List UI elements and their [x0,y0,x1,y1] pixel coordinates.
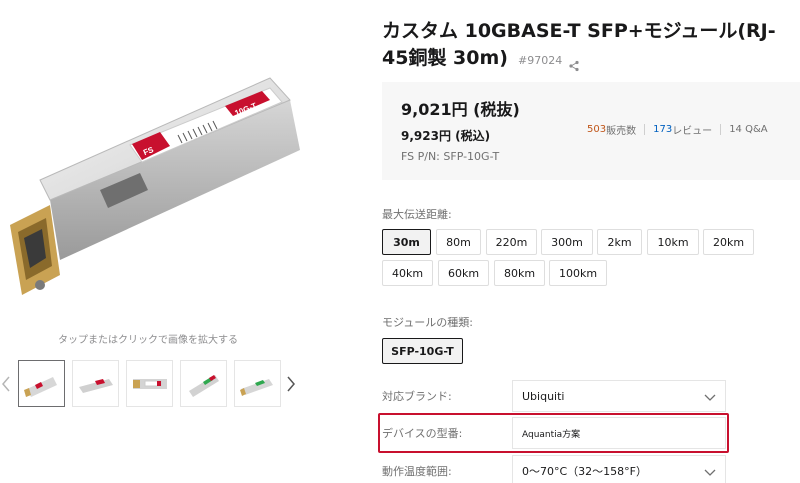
distance-option-100km[interactable]: 100km [549,260,607,286]
distance-option-40km[interactable]: 40km [382,260,433,286]
review-count[interactable]: 173 [653,124,672,135]
distance-option-2km[interactable]: 2km [597,229,642,255]
distance-option-30m[interactable]: 30m [382,229,431,255]
product-sku: #97024 [517,54,563,67]
main-product-image[interactable]: FS 10G-T [0,40,370,320]
distance-option-10km[interactable]: 10km [647,229,699,255]
thumb-next-button[interactable] [285,374,297,394]
brand-row: 対応ブランド: Ubiquiti [382,380,728,412]
thumbnail[interactable] [126,360,173,407]
distance-option-60km[interactable]: 60km [438,260,489,286]
thumbnail-strip [18,360,281,407]
part-number: FS P/N: SFP-10G-T [401,150,500,163]
thumbnail[interactable] [72,360,119,407]
distance-option-80km[interactable]: 80km [494,260,545,286]
module-type-label: モジュールの種類: [382,316,473,329]
brand-label: 対応ブランド: [382,390,452,403]
brand-select[interactable]: Ubiquiti [512,380,726,412]
thumbnail[interactable] [18,360,65,407]
chevron-right-icon [287,376,295,392]
highlight-box [378,413,729,453]
sold-label: 販売数 [606,126,637,137]
module-type-option-sfp-10g-t[interactable]: SFP-10G-T [382,338,463,364]
temperature-value: 0～70°C（32～158°F） [522,465,647,478]
divider [720,124,722,135]
zoom-hint: タップまたはクリックで画像を拡大する [58,335,238,346]
brand-value: Ubiquiti [522,389,565,403]
chevron-left-icon [2,376,10,392]
price-incl-tax: 9,923円 (税込) [401,129,491,143]
share-icon[interactable] [568,53,580,71]
product-stats: 503 販売数 173 レビュー 14 Q&A [587,122,768,137]
thumbnail[interactable] [180,360,227,407]
thumb-prev-button[interactable] [0,374,12,394]
temperature-label: 動作温度範囲: [382,465,452,478]
chevron-down-icon [704,394,716,401]
temperature-select[interactable]: 0～70°C（32～158°F） [512,455,726,483]
distance-option-220m[interactable]: 220m [486,229,537,255]
distance-option-300m[interactable]: 300m [541,229,593,255]
temperature-row: 動作温度範囲: 0～70°C（32～158°F） [382,455,728,483]
sold-count: 503 [587,124,607,135]
distance-label: 最大伝送距離: [382,208,452,221]
chevron-down-icon [704,469,716,476]
price-box: 9,021円 (税抜) 9,923円 (税込) FS P/N: SFP-10G-… [382,82,800,180]
price-excl-tax: 9,021円 (税抜) [401,100,520,119]
review-label[interactable]: レビュー [672,122,712,137]
qa-link[interactable]: 14 Q&A [729,124,767,135]
distance-option-80m[interactable]: 80m [436,229,481,255]
divider [644,124,646,135]
thumbnail[interactable] [234,360,281,407]
product-title: カスタム 10GBASE-T SFP+モジュール(RJ-45銅製 30m) #97… [382,18,800,74]
distance-option-20km[interactable]: 20km [703,229,754,255]
